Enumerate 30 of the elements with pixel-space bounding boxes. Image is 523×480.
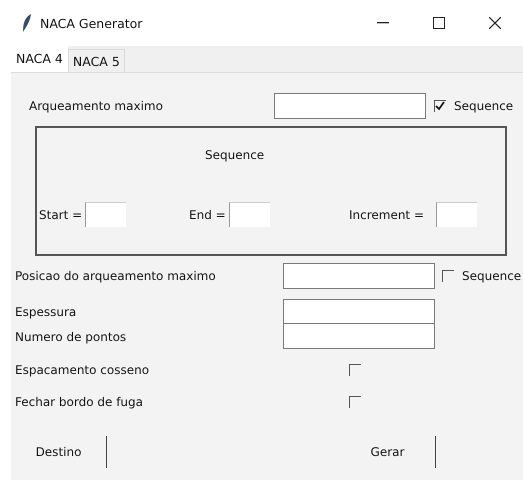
window-title: NACA Generator (40, 16, 144, 30)
feather-icon (22, 13, 32, 33)
option-label: Espacamento cosseno (15, 363, 150, 377)
field-label: Arqueamento maximo (29, 99, 164, 113)
tab[interactable]: NACA 4 (11, 46, 68, 72)
input-field[interactable] (283, 298, 435, 324)
maximize-icon[interactable] (433, 17, 445, 29)
tab[interactable]: NACA 5 (68, 49, 125, 72)
checkbox[interactable] (434, 100, 446, 112)
frame-title: Sequence (205, 148, 264, 162)
checkbox-label: Sequence (454, 99, 514, 113)
checkbox[interactable] (349, 396, 361, 408)
input-field[interactable] (274, 93, 426, 119)
field-label: End = (189, 208, 226, 222)
field-label: Espessura (15, 304, 78, 318)
option-label: Fechar bordo de fuga (15, 395, 144, 409)
checkbox-label: Sequence (462, 269, 522, 283)
field-label: Numero de pontos (15, 330, 128, 344)
checkbox[interactable] (442, 270, 454, 282)
input-field[interactable] (85, 202, 126, 227)
checkbox[interactable] (349, 364, 361, 376)
field-label: Posicao do arqueamento maximo (15, 269, 217, 283)
input-field[interactable] (283, 323, 435, 349)
input-field[interactable] (228, 202, 270, 227)
input-field[interactable] (283, 263, 435, 289)
close-icon[interactable] (489, 17, 501, 29)
minimize-icon[interactable] (377, 22, 389, 24)
input-field[interactable] (436, 202, 477, 227)
field-label: Start = (39, 208, 82, 222)
field-label: Increment = (348, 208, 424, 222)
